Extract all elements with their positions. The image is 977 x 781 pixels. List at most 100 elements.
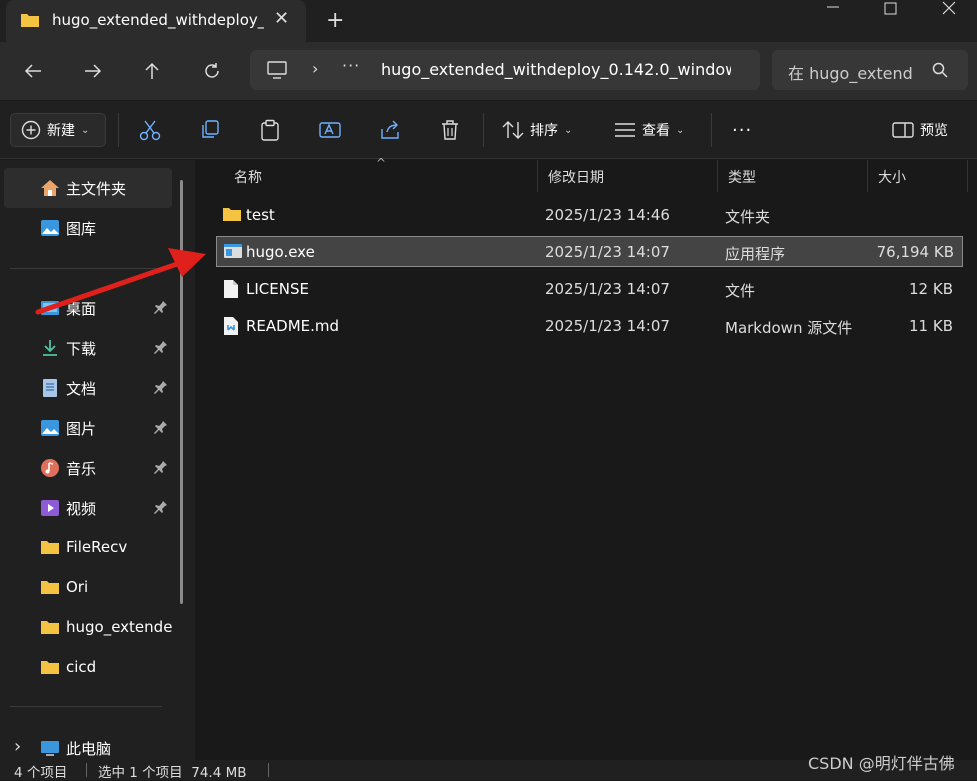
chevron-right-icon[interactable]: ›	[312, 59, 318, 78]
folder-icon	[40, 578, 60, 598]
home-icon	[40, 178, 60, 198]
video-icon	[40, 498, 60, 518]
toolbar-divider	[118, 113, 119, 147]
cut-icon[interactable]	[139, 113, 161, 147]
up-arrow-icon[interactable]	[139, 58, 165, 84]
toolbar-divider	[711, 113, 712, 147]
sidebar-item-music[interactable]: 音乐	[0, 448, 172, 488]
file-type: 文件	[725, 282, 756, 300]
window-tab[interactable]: hugo_extended_withdeploy_0. ✕	[6, 0, 306, 42]
delete-icon[interactable]	[439, 113, 461, 147]
selection-info: 选中 1 个项目 74.4 MB	[98, 765, 247, 781]
pin-icon[interactable]	[154, 380, 168, 398]
chevron-right-icon[interactable]: ›	[14, 736, 21, 757]
sort-icon	[502, 120, 524, 140]
column-header-size[interactable]: 大小	[868, 160, 968, 192]
sidebar-item-label: hugo_extende	[66, 618, 172, 636]
file-size: 76,194 KB	[876, 243, 954, 261]
desktop-icon	[40, 298, 60, 318]
new-button[interactable]: 新建 ⌄	[10, 113, 106, 147]
sidebar-item-gallery[interactable]: 图库	[0, 208, 172, 248]
sidebar-item-hugo-extended[interactable]: hugo_extende	[0, 608, 172, 648]
refresh-icon[interactable]	[199, 58, 225, 84]
pin-icon[interactable]	[154, 300, 168, 318]
sidebar-item-desktop[interactable]: 桌面	[0, 288, 172, 328]
file-row-test[interactable]: test 2025/1/23 14:46 文件夹	[216, 200, 963, 231]
sidebar-item-documents[interactable]: 文档	[0, 368, 172, 408]
new-tab-button[interactable]: +	[326, 8, 344, 33]
share-icon[interactable]	[379, 113, 401, 147]
sidebar-item-downloads[interactable]: 下载	[0, 328, 172, 368]
file-row-readme[interactable]: README.md 2025/1/23 14:07 Markdown 源文件 1…	[216, 311, 963, 342]
file-row-hugo-exe[interactable]: hugo.exe 2025/1/23 14:07 应用程序 76,194 KB	[216, 236, 963, 267]
computer-icon	[266, 61, 288, 83]
sidebar-item-ori[interactable]: Ori	[0, 568, 172, 608]
more-options-button[interactable]: ···	[732, 113, 752, 147]
preview-pane-icon	[892, 121, 914, 139]
search-input[interactable]: 在 hugo_extend	[788, 60, 913, 84]
address-bar[interactable]: › ··· hugo_extended_withdeploy_0.142.0_w…	[250, 50, 760, 90]
file-date: 2025/1/23 14:46	[545, 206, 670, 224]
folder-icon	[222, 205, 241, 225]
watermark: CSDN @明灯伴古佛	[808, 754, 955, 773]
minimize-icon[interactable]	[826, 0, 840, 20]
rename-icon[interactable]	[319, 113, 343, 147]
sidebar-item-cicd[interactable]: cicd	[0, 648, 172, 688]
paste-icon[interactable]	[259, 113, 281, 147]
sort-button[interactable]: 排序 ⌄	[502, 113, 572, 147]
maximize-icon[interactable]	[884, 2, 898, 22]
file-date: 2025/1/23 14:07	[545, 243, 670, 261]
folder-icon	[20, 12, 40, 32]
search-box[interactable]: 在 hugo_extend	[772, 50, 968, 90]
navigation-pane: 主文件夹 图库 桌面 下载 文档 图片 音乐 视频 FileRecv Ori h…	[0, 160, 195, 760]
close-window-icon[interactable]	[942, 1, 956, 21]
search-icon[interactable]	[932, 62, 948, 82]
sidebar-item-filerecv[interactable]: FileRecv	[0, 528, 172, 568]
sidebar-item-label: 此电脑	[66, 740, 112, 758]
file-type: Markdown 源文件	[725, 319, 853, 337]
sidebar-item-label: FileRecv	[66, 538, 128, 556]
chevron-down-icon: ⌄	[676, 124, 685, 136]
preview-button[interactable]: 预览	[892, 113, 948, 147]
folder-icon	[40, 658, 60, 678]
chevron-down-icon: ⌄	[81, 124, 90, 136]
file-row-license[interactable]: LICENSE 2025/1/23 14:07 文件 12 KB	[216, 274, 963, 305]
document-icon	[40, 378, 60, 398]
pin-icon[interactable]	[154, 420, 168, 438]
music-icon	[40, 458, 60, 478]
close-tab-button[interactable]: ✕	[274, 8, 289, 29]
file-date: 2025/1/23 14:07	[545, 317, 670, 335]
navigation-bar: › ··· hugo_extended_withdeploy_0.142.0_w…	[0, 42, 977, 100]
file-type: 应用程序	[725, 245, 786, 263]
file-list: ^ 名称 修改日期 类型 大小 test 2025/1/23 14:46 文件夹…	[196, 156, 977, 760]
back-arrow-icon[interactable]	[20, 58, 46, 84]
forward-arrow-icon[interactable]	[80, 58, 106, 84]
preview-label: 预览	[920, 123, 948, 139]
copy-icon[interactable]	[199, 113, 221, 147]
markdown-icon	[222, 316, 240, 336]
sidebar-scrollbar[interactable]	[180, 180, 183, 604]
path-overflow-button[interactable]: ···	[342, 56, 360, 75]
address-path[interactable]: hugo_extended_withdeploy_0.142.0_windows	[381, 60, 731, 79]
sidebar-item-label: 主文件夹	[66, 180, 127, 198]
sidebar-item-label: Ori	[66, 578, 89, 596]
sidebar-item-videos[interactable]: 视频	[0, 488, 172, 528]
download-icon	[40, 338, 60, 358]
column-header-name[interactable]: 名称	[224, 160, 538, 192]
sidebar-item-home[interactable]: 主文件夹	[4, 168, 172, 208]
view-button[interactable]: 查看 ⌄	[614, 113, 684, 147]
item-count: 4 个项目	[14, 765, 68, 781]
column-header-type[interactable]: 类型	[718, 160, 868, 192]
title-bar: hugo_extended_withdeploy_0. ✕ +	[0, 0, 977, 42]
pin-icon[interactable]	[154, 460, 168, 478]
pin-icon[interactable]	[154, 340, 168, 358]
pin-icon[interactable]	[154, 500, 168, 518]
column-header-date[interactable]: 修改日期	[538, 160, 718, 192]
file-type: 文件夹	[725, 208, 771, 226]
sidebar-item-pictures[interactable]: 图片	[0, 408, 172, 448]
pictures-icon	[40, 418, 60, 438]
file-size: 11 KB	[909, 317, 953, 335]
folder-icon	[40, 618, 60, 638]
tab-title: hugo_extended_withdeploy_0.	[52, 11, 264, 29]
sidebar-divider	[10, 706, 162, 707]
